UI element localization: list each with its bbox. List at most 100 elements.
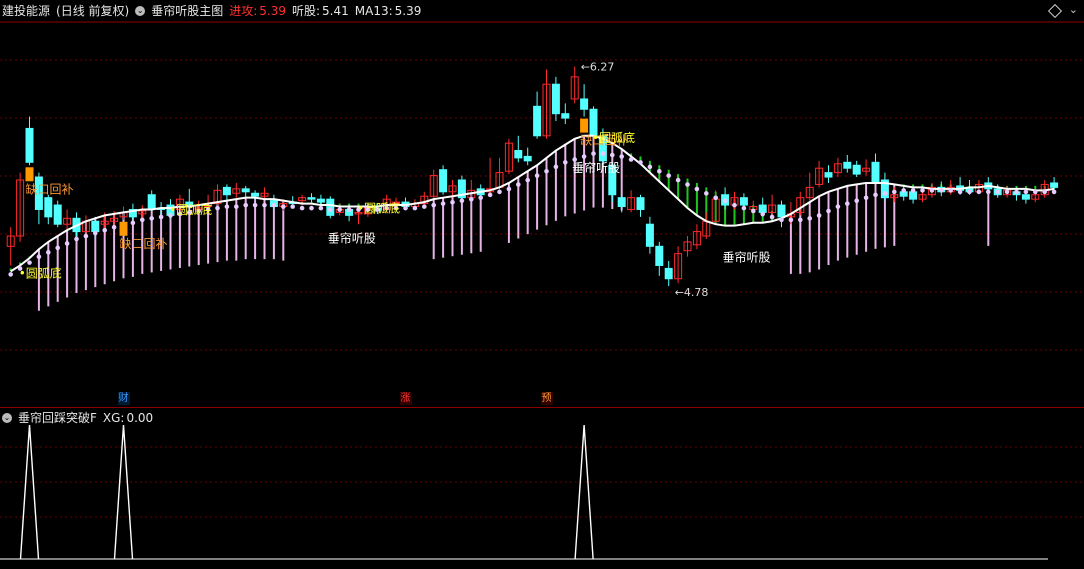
dot-marker bbox=[64, 241, 70, 246]
dot-marker bbox=[685, 182, 690, 187]
candle-body bbox=[664, 267, 673, 280]
dot-marker bbox=[882, 191, 888, 196]
dot-marker bbox=[149, 216, 154, 221]
dot-marker bbox=[581, 154, 587, 159]
dot-marker bbox=[751, 208, 756, 214]
dot-marker bbox=[309, 205, 314, 211]
sub-chart-panel[interactable]: ⌄ 垂帘回踩突破F XG: 0.00 bbox=[0, 407, 1084, 569]
dot-marker bbox=[8, 272, 13, 277]
main-chart-panel[interactable]: 建投能源 (日线 前复权) ⌄ 垂帘听股主图 进攻: 5.39 听股: 5.41… bbox=[0, 0, 1084, 408]
candle-body bbox=[739, 197, 748, 206]
candle-body bbox=[222, 186, 231, 196]
dot-marker bbox=[111, 224, 117, 230]
listen-stock-label: 垂帘听股 bbox=[723, 250, 771, 265]
dot-marker bbox=[1023, 189, 1029, 195]
event-marker-forecast[interactable]: 预 bbox=[540, 392, 553, 405]
dot-marker bbox=[807, 216, 812, 221]
dot-marker bbox=[713, 195, 718, 201]
dot-marker bbox=[140, 217, 145, 223]
candle-body bbox=[316, 198, 325, 203]
dot-marker bbox=[732, 202, 737, 208]
dot-marker bbox=[469, 196, 474, 202]
dot-marker bbox=[1004, 189, 1010, 195]
dot-marker bbox=[892, 189, 897, 195]
candle-body bbox=[551, 83, 560, 115]
dot-marker bbox=[854, 198, 859, 204]
dot-marker bbox=[55, 245, 60, 251]
dot-marker bbox=[83, 233, 89, 239]
dot-marker bbox=[290, 204, 296, 209]
candle-body bbox=[44, 197, 53, 218]
dot-marker bbox=[346, 207, 352, 212]
gap-marker bbox=[25, 167, 34, 182]
candle-body bbox=[561, 113, 570, 119]
dot-marker bbox=[600, 151, 606, 156]
candle-body bbox=[909, 191, 918, 200]
candle-body bbox=[523, 155, 532, 162]
dot-marker bbox=[816, 213, 822, 218]
candle-body bbox=[1050, 182, 1059, 188]
dot-marker bbox=[694, 186, 700, 192]
dot-marker bbox=[619, 154, 624, 159]
dot-marker bbox=[628, 157, 634, 162]
candlestick-chart[interactable]: 缺口回补缺口回补缺口回补•圆弧底•圆弧底 •圆弧底•圆弧底垂帘听股垂帘听股垂帘听股… bbox=[0, 0, 1084, 407]
listen-stock-label: 垂帘听股 bbox=[328, 231, 376, 246]
dot-marker bbox=[647, 164, 653, 170]
turtle-bottom-label: •圆弧底 bbox=[357, 201, 400, 216]
dot-marker bbox=[506, 186, 512, 192]
dot-marker bbox=[675, 177, 681, 183]
candle-body bbox=[53, 204, 62, 225]
dot-marker bbox=[976, 189, 982, 195]
dot-marker bbox=[863, 195, 869, 201]
dot-marker bbox=[299, 205, 305, 211]
dot-marker bbox=[478, 195, 484, 201]
candle-body bbox=[852, 164, 861, 175]
dot-marker bbox=[215, 205, 220, 211]
dot-marker bbox=[920, 188, 925, 193]
dot-marker bbox=[835, 204, 841, 209]
candle-body bbox=[307, 197, 316, 200]
dot-marker bbox=[422, 204, 427, 209]
dot-marker bbox=[93, 230, 98, 236]
dot-marker bbox=[638, 160, 643, 165]
dot-marker bbox=[534, 173, 540, 178]
dot-marker bbox=[769, 214, 775, 220]
candle-body bbox=[147, 194, 156, 209]
dot-marker bbox=[657, 168, 662, 174]
signal-chart[interactable] bbox=[0, 407, 1084, 569]
dot-marker bbox=[450, 199, 455, 205]
gap-fill-label: 缺口回补 bbox=[120, 236, 168, 251]
dot-marker bbox=[1014, 189, 1019, 195]
low-price-label: ←4.78 bbox=[675, 286, 709, 299]
dot-marker bbox=[46, 250, 51, 255]
dot-marker bbox=[722, 198, 728, 204]
candle-body bbox=[636, 197, 645, 210]
dot-marker bbox=[798, 217, 803, 223]
candle-body bbox=[241, 188, 250, 193]
dot-marker bbox=[102, 227, 107, 233]
event-marker-limit-up[interactable]: 涨 bbox=[399, 392, 412, 405]
dot-marker bbox=[281, 204, 286, 209]
dot-marker bbox=[826, 208, 831, 214]
candle-body bbox=[1021, 194, 1030, 200]
dot-marker bbox=[939, 188, 944, 193]
dot-marker bbox=[403, 205, 408, 211]
dot-marker bbox=[516, 182, 521, 187]
event-marker-finance[interactable]: 财 bbox=[117, 392, 130, 405]
dot-marker bbox=[412, 205, 418, 211]
dot-marker bbox=[525, 177, 530, 183]
dot-marker bbox=[910, 188, 916, 193]
dot-marker bbox=[440, 201, 446, 206]
dot-marker bbox=[497, 189, 502, 195]
dot-marker bbox=[337, 207, 343, 212]
dot-marker bbox=[967, 189, 972, 195]
ma13-line bbox=[10, 134, 1055, 273]
dot-marker bbox=[760, 211, 765, 217]
candle-body bbox=[645, 223, 654, 247]
dot-marker bbox=[243, 202, 248, 208]
dot-marker bbox=[487, 192, 493, 198]
dot-marker bbox=[262, 202, 267, 208]
dot-marker bbox=[704, 191, 709, 196]
dot-marker bbox=[563, 160, 568, 165]
dot-marker bbox=[666, 173, 671, 178]
